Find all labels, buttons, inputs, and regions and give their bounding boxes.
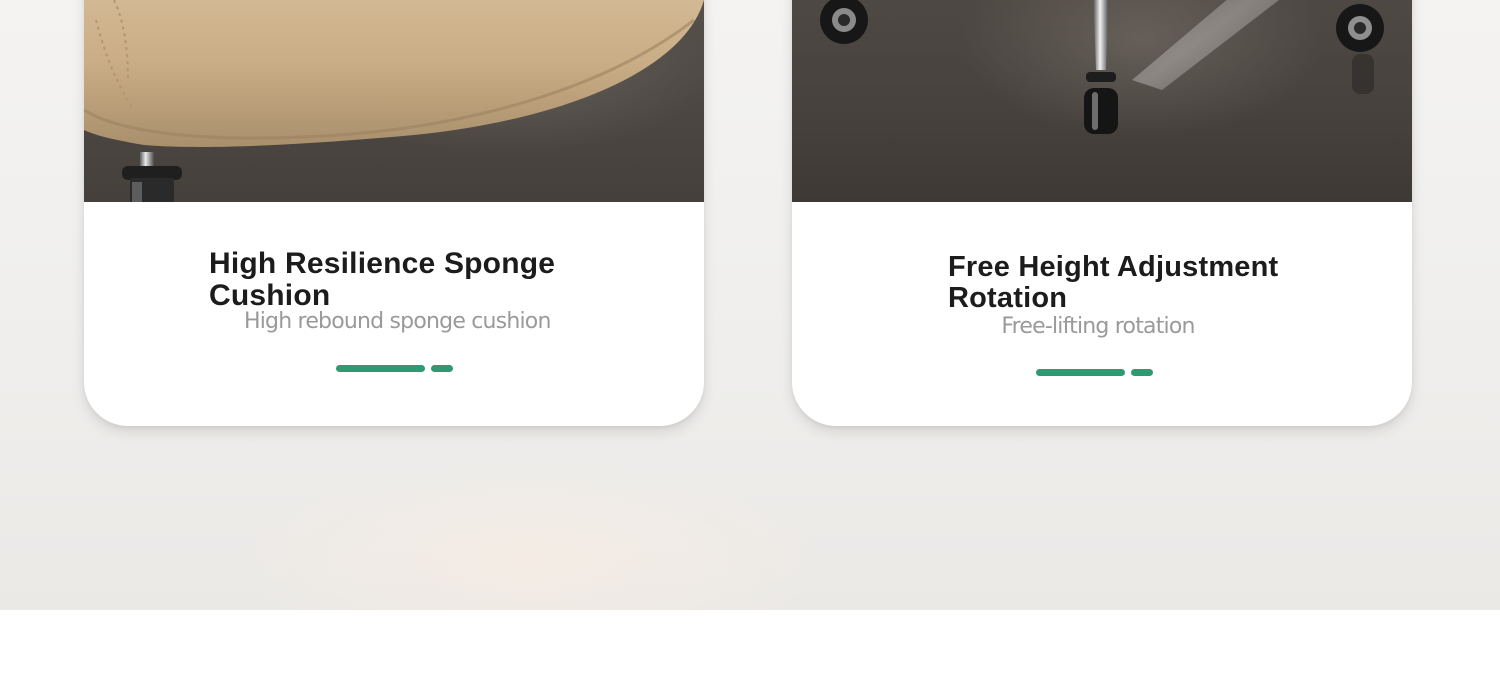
seat-cushion-illustration <box>84 0 704 202</box>
card-title: High Resilience Sponge Cushion <box>209 247 556 312</box>
card-title: Free Height Adjustment Rotation <box>948 251 1279 314</box>
chair-base-illustration <box>820 0 1384 134</box>
feature-card-height-adjustment: Free Height Adjustment Rotation Free-lif… <box>792 0 1412 426</box>
seat-cushion-photo <box>84 0 704 202</box>
accent-bar-short <box>1131 369 1153 376</box>
card-subtitle: Free-lifting rotation <box>1001 314 1195 339</box>
feature-card-sponge-cushion: High Resilience Sponge Cushion High rebo… <box>84 0 704 426</box>
chair-base-photo <box>792 0 1412 202</box>
card-text-area: High Resilience Sponge Cushion High rebo… <box>84 202 704 426</box>
accent-bar-long <box>1036 369 1125 376</box>
accent-bar-short <box>431 365 453 372</box>
accent-bar-long <box>336 365 425 372</box>
card-text-area: Free Height Adjustment Rotation Free-lif… <box>792 202 1412 426</box>
card-subtitle: High rebound sponge cushion <box>244 309 551 334</box>
